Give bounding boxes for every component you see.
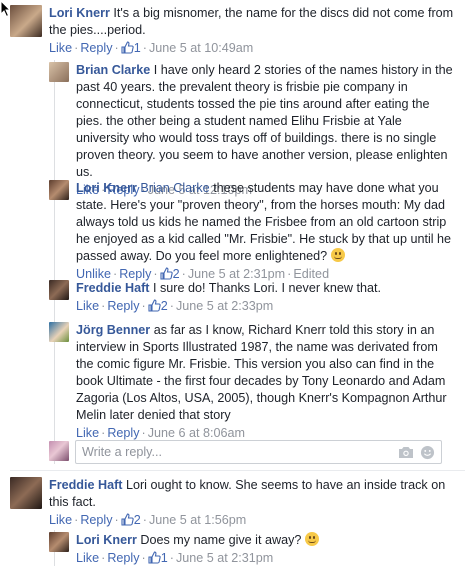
comment-text: I sure do! Thanks Lori. I never knew tha… <box>152 281 381 295</box>
avatar[interactable] <box>49 180 69 200</box>
divider <box>10 470 465 471</box>
comment-actions: Like · Reply · 2 · June 5 at 2:33pm <box>76 299 274 313</box>
comment-author[interactable]: Lori Knerr <box>76 533 137 547</box>
comment-actions: Like · Reply · 1 · June 5 at 10:49am <box>49 41 254 55</box>
like-button[interactable]: Like <box>76 551 99 565</box>
comment: Freddie Haft Lori ought to know. She see… <box>10 477 465 529</box>
reply-button[interactable]: Reply <box>107 426 139 440</box>
reply-button[interactable]: Reply <box>80 41 112 55</box>
reply-button[interactable]: Reply <box>119 267 151 281</box>
like-count[interactable]: 1 <box>134 41 141 55</box>
comment-text: Does my name give it away? <box>140 533 302 547</box>
comment-author[interactable]: Freddie Haft <box>76 281 149 295</box>
reply-box <box>75 440 442 464</box>
emoji-icon[interactable] <box>420 445 435 460</box>
like-count[interactable]: 1 <box>161 551 168 565</box>
like-count[interactable]: 2 <box>161 299 168 313</box>
timestamp[interactable]: June 5 at 2:31pm <box>176 551 273 565</box>
thumbs-up-icon[interactable] <box>148 299 161 312</box>
like-button[interactable]: Like <box>76 426 99 440</box>
comment-author[interactable]: Jörg Benner <box>76 323 150 337</box>
comment: Lori Knerr It's a big misnomer, the name… <box>10 5 465 57</box>
edited-label[interactable]: Edited <box>293 267 329 281</box>
reply-comment: Brian Clarke I have only heard 2 stories… <box>49 62 469 199</box>
reply-comment: Lori Knerr Does my name give it away? Li… <box>49 532 469 567</box>
reply-comment: Jörg Benner as far as I know, Richard Kn… <box>49 322 469 442</box>
timestamp[interactable]: June 6 at 8:06am <box>148 426 245 440</box>
camera-icon[interactable] <box>398 445 414 459</box>
reply-button[interactable]: Reply <box>107 299 139 313</box>
timestamp[interactable]: June 5 at 1:56pm <box>149 513 246 527</box>
like-button[interactable]: Like <box>49 513 72 527</box>
reply-input[interactable] <box>82 445 392 459</box>
emoji-icon <box>304 532 319 546</box>
timestamp[interactable]: June 5 at 10:49am <box>149 41 253 55</box>
reply-comment: Lori Knerr Brian Clarke these students m… <box>49 180 469 283</box>
like-count[interactable]: 2 <box>173 267 180 281</box>
unlike-button[interactable]: Unlike <box>76 267 111 281</box>
avatar[interactable] <box>49 62 69 82</box>
like-button[interactable]: Like <box>49 41 72 55</box>
comment-text: It's a big misnomer, the name for the di… <box>49 6 454 37</box>
thumbs-up-icon[interactable] <box>148 551 161 564</box>
comment-text: I have only heard 2 stories of the names… <box>76 63 453 179</box>
like-count[interactable]: 2 <box>134 513 141 527</box>
like-button[interactable]: Like <box>76 299 99 313</box>
thumbs-up-icon[interactable] <box>121 41 134 54</box>
reply-button[interactable]: Reply <box>80 513 112 527</box>
comment-text: as far as I know, Richard Knerr told thi… <box>76 323 447 422</box>
comment-actions: Like · Reply · 2 · June 5 at 1:56pm <box>49 513 247 527</box>
thumbs-up-icon[interactable] <box>121 513 134 526</box>
mention-link[interactable]: Brian Clarke <box>140 181 209 195</box>
thumbs-up-icon[interactable] <box>160 267 173 280</box>
comment-author[interactable]: Freddie Haft <box>49 478 122 492</box>
emoji-icon <box>330 248 345 262</box>
comment-author[interactable]: Brian Clarke <box>76 63 150 77</box>
comment-author[interactable]: Lori Knerr <box>49 6 110 20</box>
timestamp[interactable]: June 5 at 2:33pm <box>176 299 273 313</box>
avatar[interactable] <box>49 322 69 342</box>
comment-author[interactable]: Lori Knerr <box>76 181 137 195</box>
avatar[interactable] <box>10 5 42 37</box>
timestamp[interactable]: June 5 at 2:31pm <box>188 267 285 281</box>
avatar[interactable] <box>49 280 69 300</box>
avatar[interactable] <box>49 532 69 552</box>
reply-button[interactable]: Reply <box>107 551 139 565</box>
comment-actions: Like · Reply · 1 · June 5 at 2:31pm <box>76 551 274 565</box>
reply-comment: Freddie Haft I sure do! Thanks Lori. I n… <box>49 280 469 315</box>
avatar[interactable] <box>10 477 42 509</box>
current-user-avatar[interactable] <box>49 441 69 461</box>
